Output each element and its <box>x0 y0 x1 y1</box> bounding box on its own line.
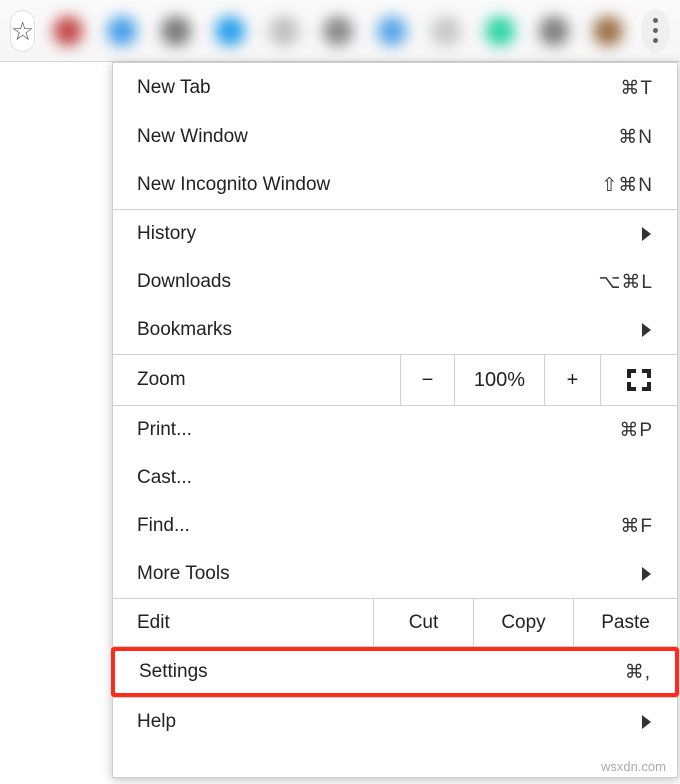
fullscreen-button[interactable] <box>600 355 677 405</box>
menu-item-new-incognito[interactable]: New Incognito Window ⇧⌘N <box>113 161 677 209</box>
menu-item-cast[interactable]: Cast... <box>113 454 677 502</box>
kebab-dot-icon <box>653 38 658 43</box>
menu-item-find[interactable]: Find... ⌘F <box>113 502 677 550</box>
edit-label: Edit <box>113 599 373 646</box>
extension-icon[interactable] <box>161 16 191 46</box>
edit-paste-button[interactable]: Paste <box>573 599 677 646</box>
zoom-level-text: 100% <box>454 355 544 405</box>
zoom-label: Zoom <box>113 355 400 405</box>
menu-item-label: History <box>137 223 642 245</box>
shortcut-text: ⌘T <box>620 77 653 100</box>
fullscreen-icon <box>627 369 651 391</box>
extension-icons-row <box>53 16 623 46</box>
browser-toolbar: ☆ <box>0 0 680 62</box>
kebab-dot-icon <box>653 28 658 33</box>
extension-icon[interactable] <box>593 16 623 46</box>
menu-item-more-tools[interactable]: More Tools <box>113 550 677 598</box>
menu-item-settings[interactable]: Settings ⌘, <box>111 647 679 697</box>
menu-item-new-tab[interactable]: New Tab ⌘T <box>113 63 677 113</box>
extension-icon[interactable] <box>431 16 461 46</box>
submenu-arrow-icon <box>642 227 651 241</box>
extension-icon[interactable] <box>323 16 353 46</box>
menu-item-label: Help <box>137 711 642 733</box>
menu-row-zoom: Zoom − 100% + <box>113 354 677 406</box>
menu-item-label: New Tab <box>137 77 620 99</box>
star-icon: ☆ <box>11 18 34 44</box>
shortcut-text: ⌥⌘L <box>599 271 653 294</box>
menu-item-downloads[interactable]: Downloads ⌥⌘L <box>113 258 677 306</box>
submenu-arrow-icon <box>642 567 651 581</box>
edit-copy-button[interactable]: Copy <box>473 599 573 646</box>
kebab-dot-icon <box>653 18 658 23</box>
menu-item-label: Bookmarks <box>137 319 642 341</box>
extension-icon[interactable] <box>539 16 569 46</box>
shortcut-text: ⇧⌘N <box>601 174 653 197</box>
menu-item-help[interactable]: Help <box>113 698 677 746</box>
menu-item-label: Find... <box>137 515 620 537</box>
main-menu-button[interactable] <box>641 9 670 53</box>
menu-item-label: Settings <box>139 661 625 683</box>
extension-icon[interactable] <box>215 16 245 46</box>
menu-item-label: Downloads <box>137 271 599 293</box>
zoom-out-button[interactable]: − <box>400 355 454 405</box>
extension-icon[interactable] <box>53 16 83 46</box>
extension-icon[interactable] <box>485 16 515 46</box>
menu-item-label: New Window <box>137 126 618 148</box>
extension-icon[interactable] <box>269 16 299 46</box>
menu-item-label: More Tools <box>137 563 642 585</box>
menu-item-label: Print... <box>137 419 619 441</box>
shortcut-text: ⌘F <box>620 515 653 538</box>
menu-row-edit: Edit Cut Copy Paste <box>113 598 677 647</box>
main-menu-panel: New Tab ⌘T New Window ⌘N New Incognito W… <box>112 62 678 778</box>
menu-item-label: New Incognito Window <box>137 174 601 196</box>
shortcut-text: ⌘P <box>619 419 653 442</box>
extension-icon[interactable] <box>107 16 137 46</box>
menu-item-history[interactable]: History <box>113 210 677 258</box>
submenu-arrow-icon <box>642 715 651 729</box>
shortcut-text: ⌘N <box>618 126 653 149</box>
bookmark-star-button[interactable]: ☆ <box>10 10 35 52</box>
extension-icon[interactable] <box>377 16 407 46</box>
edit-cut-button[interactable]: Cut <box>373 599 473 646</box>
menu-item-bookmarks[interactable]: Bookmarks <box>113 306 677 354</box>
submenu-arrow-icon <box>642 323 651 337</box>
shortcut-text: ⌘, <box>625 661 651 684</box>
menu-item-print[interactable]: Print... ⌘P <box>113 406 677 454</box>
menu-item-new-window[interactable]: New Window ⌘N <box>113 113 677 161</box>
zoom-in-button[interactable]: + <box>544 355 600 405</box>
menu-item-label: Cast... <box>137 467 653 489</box>
